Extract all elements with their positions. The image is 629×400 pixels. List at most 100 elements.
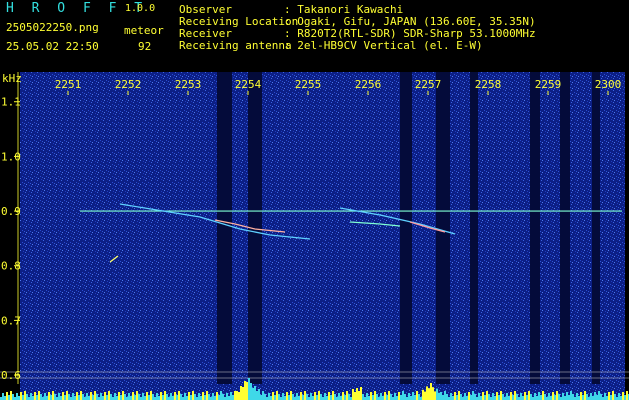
- spectrum-bar: [128, 393, 130, 400]
- spectrum-bar: [288, 395, 290, 400]
- spectrum-bar: [146, 392, 148, 400]
- spectrum-bar: [614, 394, 616, 400]
- filename-label: 2505022250.png: [6, 21, 99, 34]
- spectrum-bar: [200, 396, 202, 400]
- meteor-label: meteor: [124, 24, 164, 37]
- spectrum-bar: [572, 394, 574, 400]
- spectrum-bar: [218, 395, 220, 400]
- spectrum-bar: [180, 394, 182, 400]
- spectrum-bar: [598, 391, 600, 400]
- spectrum-bar: [298, 396, 300, 400]
- spectrum-bar: [590, 393, 592, 400]
- spectrum-bar: [576, 393, 578, 400]
- spectrum-bar: [340, 396, 342, 400]
- dark-band: [560, 72, 570, 384]
- spectrum-bar: [334, 394, 336, 400]
- spectrum-bar: [440, 392, 442, 400]
- spectrum-bar: [252, 388, 254, 400]
- spectrum-bar: [466, 396, 468, 400]
- spectrum-bar: [404, 394, 406, 400]
- spectrum-bar: [272, 392, 274, 400]
- spectrum-bar: [362, 394, 364, 400]
- spectrum-bar: [464, 393, 466, 400]
- spectrum-bar: [610, 395, 612, 400]
- spectrum-bar: [20, 392, 22, 400]
- spectrum-bar: [354, 392, 356, 400]
- spectrum-bar: [608, 392, 610, 400]
- spectrum-bar: [160, 392, 162, 400]
- spectrum-bar: [66, 391, 68, 400]
- spectrum-bar: [40, 394, 42, 400]
- spectrum-bar: [456, 395, 458, 400]
- spectrum-bar: [570, 391, 572, 400]
- spectrum-bar: [292, 394, 294, 400]
- spectrum-bar: [286, 392, 288, 400]
- spectrum-bar: [384, 392, 386, 400]
- spectrum-bar: [512, 395, 514, 400]
- spectrum-bar: [324, 393, 326, 400]
- spectrum-bar: [10, 391, 12, 400]
- dark-band: [530, 72, 540, 384]
- spectrum-bar: [552, 392, 554, 400]
- spectrum-bar: [524, 392, 526, 400]
- spectrum-bar: [390, 394, 392, 400]
- spectrum-bar: [564, 396, 566, 400]
- spectrum-bar: [320, 394, 322, 400]
- spectrum-bar: [594, 392, 596, 400]
- spectrum-bar: [400, 395, 402, 400]
- spectrum-bar: [232, 395, 234, 400]
- spectrum-bar: [190, 395, 192, 400]
- spectrum-bar: [138, 394, 140, 400]
- spectrum-bar: [528, 391, 530, 400]
- antenna-value: : 2el-HB9CV Vertical (el. E-W): [284, 39, 483, 52]
- spectrum-bar: [242, 387, 244, 400]
- spectrum-bar: [174, 392, 176, 400]
- spectrum-bar: [142, 393, 144, 400]
- spectrum-bar: [116, 396, 118, 400]
- spectrum-bar: [80, 391, 82, 400]
- dark-band: [436, 72, 450, 384]
- spectrum-bar: [332, 391, 334, 400]
- spectrum-bar: [446, 394, 448, 400]
- antenna-label: Receiving antenna: [179, 39, 292, 52]
- spectrum-bar: [148, 395, 150, 400]
- spectrum-bar: [408, 393, 410, 400]
- spectrum-bar: [452, 396, 454, 400]
- spectrum-bar: [60, 396, 62, 400]
- spectrum-bar: [222, 394, 224, 400]
- spectrum-bar: [16, 393, 18, 400]
- spectrum-bar: [526, 395, 528, 400]
- spectrum-bar: [480, 396, 482, 400]
- spectrum-bar: [618, 393, 620, 400]
- spectrum-bar: [458, 391, 460, 400]
- spectrum-bar: [502, 394, 504, 400]
- spectrum-bar: [78, 395, 80, 400]
- spectrum-bar: [536, 396, 538, 400]
- spectrum-bar: [230, 392, 232, 400]
- spectrum-bar: [220, 391, 222, 400]
- spectrum-bar: [114, 393, 116, 400]
- spectrum-bar: [198, 393, 200, 400]
- spectrum-bar: [342, 392, 344, 400]
- spectrum-bar: [376, 394, 378, 400]
- spectrum-bar: [48, 392, 50, 400]
- spectrum-bar: [454, 392, 456, 400]
- spectrum-bar: [328, 392, 330, 400]
- spectrum-bar: [278, 394, 280, 400]
- spectrum-bar: [72, 393, 74, 400]
- spectrum-bar: [96, 394, 98, 400]
- spectrum-bar: [534, 393, 536, 400]
- spectrum-bar: [4, 396, 6, 400]
- spectrum-bar: [186, 396, 188, 400]
- spectrum-bar: [246, 382, 248, 400]
- spectrum-bar: [430, 383, 432, 400]
- spectrum-bar: [120, 395, 122, 400]
- spectrum-bar: [346, 391, 348, 400]
- spectrum-bar: [604, 393, 606, 400]
- spectrum-bar: [234, 391, 236, 400]
- spectrum-bar: [240, 386, 242, 400]
- spectrum-bar: [550, 396, 552, 400]
- spectrum-bar: [474, 394, 476, 400]
- spectrum-bar: [596, 395, 598, 400]
- spectrum-bar: [330, 395, 332, 400]
